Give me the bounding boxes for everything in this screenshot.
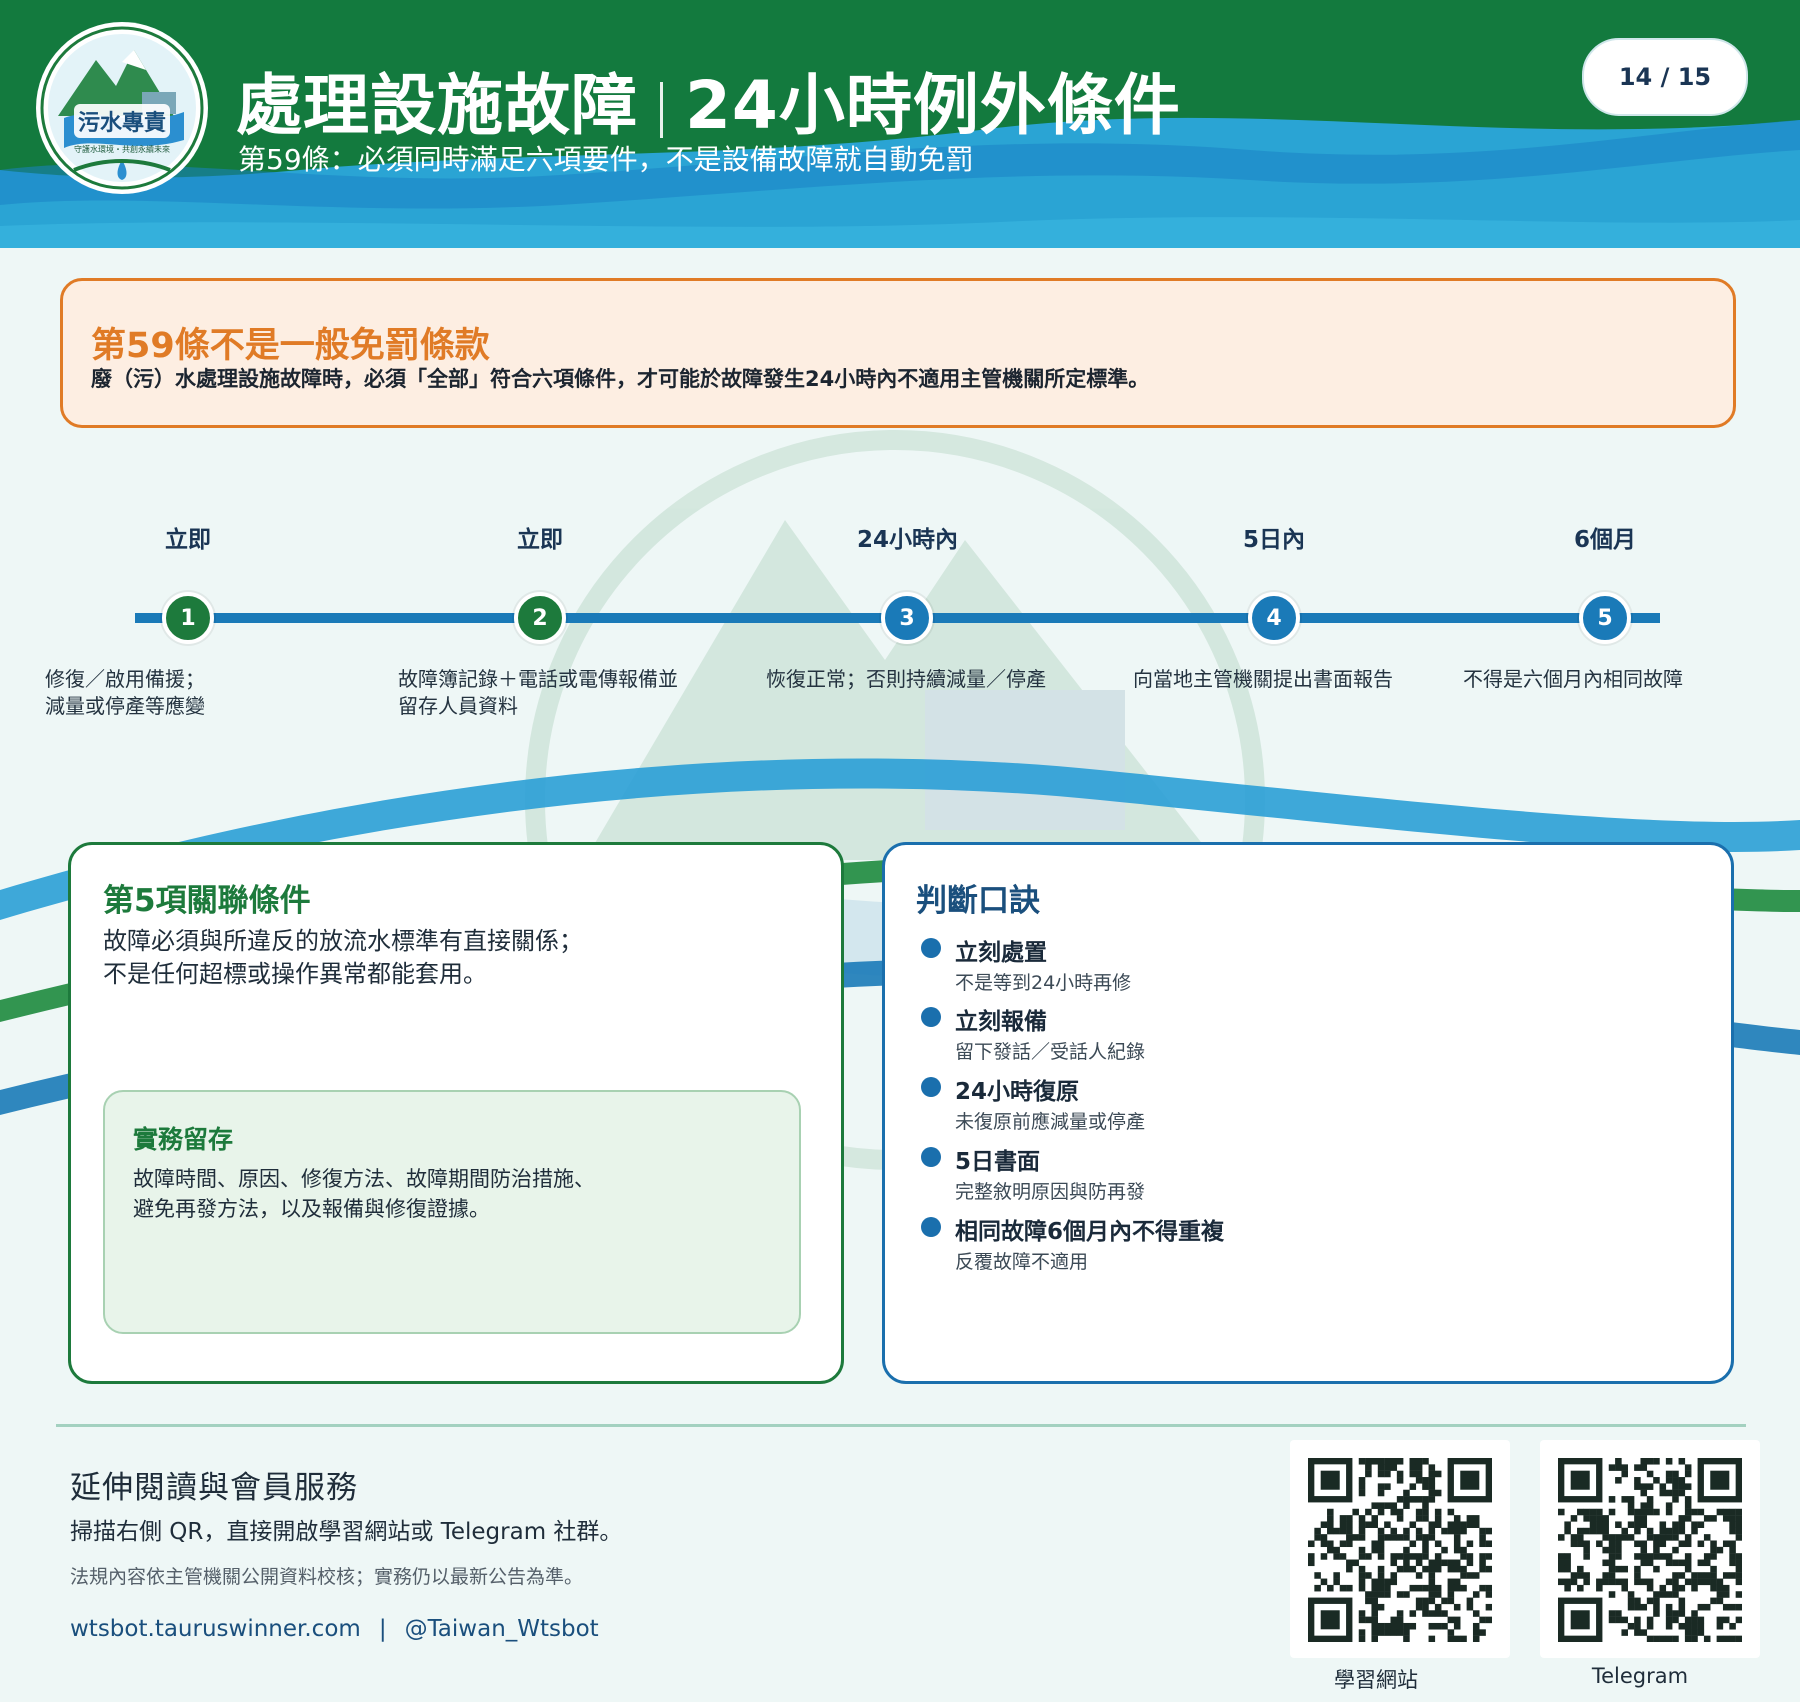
mnemonic-item-sub: 反覆故障不適用 bbox=[955, 1251, 1089, 1273]
qr-telegram-label: Telegram bbox=[1591, 1664, 1689, 1688]
page-subtitle: 第59條：必須同時滿足六項要件，不是設備故障就自動免罰 bbox=[238, 143, 974, 176]
timeline-desc: 向當地主管機關提出書面報告 bbox=[1133, 667, 1393, 691]
notice-title: 第59條不是一般免罰條款 bbox=[91, 326, 490, 366]
timeline-node: 3 bbox=[881, 592, 933, 644]
link-separator: | bbox=[378, 1616, 387, 1642]
condition5-body: 故障必須與所違反的放流水標準有直接關係； 不是任何超標或操作異常都能套用。 bbox=[103, 925, 583, 991]
bullet-dot-icon bbox=[921, 938, 941, 958]
practice-body-line: 故障時間、原因、修復方法、故障期間防治措施、 bbox=[133, 1167, 595, 1191]
practice-body-line: 避免再發方法，以及報備與修復證據。 bbox=[133, 1197, 490, 1221]
bullet-dot-icon bbox=[921, 1077, 941, 1097]
timeline-node: 2 bbox=[514, 592, 566, 644]
qr-site[interactable] bbox=[1290, 1440, 1510, 1658]
mnemonic-item-sub: 未復原前應減量或停產 bbox=[955, 1111, 1146, 1133]
footer-divider bbox=[56, 1424, 1746, 1427]
mnemonic-item-title: 24小時復原 bbox=[955, 1079, 1080, 1105]
practice-body: 故障時間、原因、修復方法、故障期間防治措施、 避免再發方法，以及報備與修復證據。 bbox=[133, 1164, 595, 1224]
site-link[interactable]: wtsbot.tauruswinner.com bbox=[70, 1616, 361, 1642]
timeline-node: 5 bbox=[1579, 592, 1631, 644]
timeline-time: 24小時內 bbox=[857, 527, 959, 553]
condition5-title: 第5項關聯條件 bbox=[103, 883, 311, 919]
mnemonic-item-title: 立刻處置 bbox=[955, 940, 1047, 966]
title-separator bbox=[660, 81, 663, 138]
condition5-body-line: 不是任何超標或操作異常都能套用。 bbox=[103, 960, 487, 988]
page-title: 處理設施故障 24小時例外條件 bbox=[236, 52, 1181, 148]
qr-telegram[interactable] bbox=[1540, 1440, 1760, 1658]
page-indicator: 14 / 15 bbox=[1582, 38, 1748, 116]
timeline-time: 5日內 bbox=[1242, 527, 1305, 553]
timeline-desc-line: 減量或停產等應變 bbox=[45, 694, 205, 718]
timeline: 立即 1 修復／啟用備援； 減量或停產等應變 立即 2 故障簿記錄＋電話或電傳報備… bbox=[0, 500, 1800, 740]
logo-tagline: 守護水環境・共創永續未來 bbox=[74, 144, 170, 154]
practice-title: 實務留存 bbox=[133, 1125, 234, 1154]
mnemonic-card: 判斷口訣 立刻處置 不是等到24小時再修 立刻報備 留下發話／受話人紀錄 24小… bbox=[882, 842, 1734, 1384]
timeline-desc: 恢復正常；否則持續減量／停產 bbox=[766, 667, 1046, 691]
condition5-body-line: 故障必須與所違反的放流水標準有直接關係； bbox=[103, 927, 583, 955]
timeline-desc: 故障簿記錄＋電話或電傳報備並 留存人員資料 bbox=[398, 666, 678, 720]
mnemonic-title: 判斷口訣 bbox=[916, 883, 1040, 919]
condition5-card: 第5項關聯條件 故障必須與所違反的放流水標準有直接關係； 不是任何超標或操作異常… bbox=[68, 842, 844, 1384]
timeline-time: 立即 bbox=[165, 527, 211, 553]
qr-site-label: 學習網站 bbox=[1334, 1668, 1418, 1692]
title-left: 處理設施故障 bbox=[236, 67, 638, 144]
timeline-desc-line: 留存人員資料 bbox=[398, 694, 518, 718]
timeline-node: 1 bbox=[162, 592, 214, 644]
timeline-desc: 不得是六個月內相同故障 bbox=[1463, 667, 1683, 691]
bullet-dot-icon bbox=[921, 1217, 941, 1237]
footer-title: 延伸閱讀與會員服務 bbox=[70, 1470, 358, 1506]
timeline-time: 6個月 bbox=[1573, 527, 1636, 553]
mnemonic-item-sub: 留下發話／受話人紀錄 bbox=[955, 1041, 1146, 1063]
mnemonic-item-sub: 完整敘明原因與防再發 bbox=[955, 1181, 1146, 1203]
practice-box: 實務留存 故障時間、原因、修復方法、故障期間防治措施、 避免再發方法，以及報備與… bbox=[103, 1090, 801, 1334]
notice-body: 廢（污）水處理設施故障時，必須「全部」符合六項條件，才可能於故障發生24小時內不… bbox=[91, 367, 1150, 391]
logo-text: 污水專責 bbox=[78, 110, 166, 136]
footer-links: wtsbot.tauruswinner.com | @Taiwan_Wtsbot bbox=[70, 1616, 599, 1642]
timeline-node: 4 bbox=[1248, 592, 1300, 644]
mnemonic-item-title: 相同故障6個月內不得重複 bbox=[955, 1219, 1225, 1245]
timeline-desc-line: 故障簿記錄＋電話或電傳報備並 bbox=[398, 667, 678, 691]
telegram-link[interactable]: @Taiwan_Wtsbot bbox=[405, 1616, 599, 1642]
bullet-dot-icon bbox=[921, 1007, 941, 1027]
mnemonic-item-title: 立刻報備 bbox=[955, 1009, 1047, 1035]
timeline-time: 立即 bbox=[517, 527, 563, 553]
qr-code-icon bbox=[1308, 1458, 1492, 1642]
qr-code-icon bbox=[1558, 1458, 1742, 1642]
footer-note: 法規內容依主管機關公開資料校核；實務仍以最新公告為準。 bbox=[70, 1566, 584, 1588]
notice-box: 第59條不是一般免罰條款 廢（污）水處理設施故障時，必須「全部」符合六項條件，才… bbox=[60, 278, 1736, 428]
mnemonic-item-title: 5日書面 bbox=[955, 1149, 1041, 1175]
bullet-dot-icon bbox=[921, 1147, 941, 1167]
title-right: 24小時例外條件 bbox=[685, 67, 1181, 144]
header-banner: 污水專責 守護水環境・共創永續未來 處理設施故障 24小時例外條件 第59條：必須… bbox=[0, 0, 1800, 248]
footer-scan-text: 掃描右側 QR，直接開啟學習網站或 Telegram 社群。 bbox=[70, 1519, 623, 1545]
logo-badge: 污水專責 守護水環境・共創永續未來 bbox=[36, 22, 208, 194]
mnemonic-item-sub: 不是等到24小時再修 bbox=[955, 972, 1132, 994]
timeline-desc-line: 修復／啟用備援； bbox=[45, 667, 205, 691]
timeline-desc: 修復／啟用備援； 減量或停產等應變 bbox=[45, 666, 205, 720]
